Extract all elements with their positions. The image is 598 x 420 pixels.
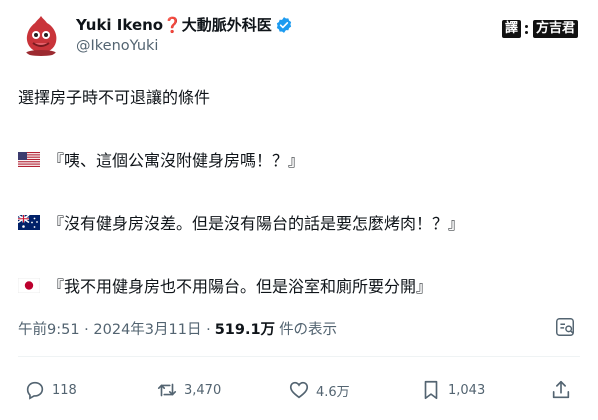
tweet-line-us: 『咦、這個公寓沒附健身房嗎！？』 [18, 147, 304, 171]
reply-count: 118 [52, 382, 77, 398]
action-bar: 118 3,470 4.6万 1,043 [18, 376, 578, 404]
tweet-title-text: 選擇房子時不可退讓的條件 [18, 88, 211, 107]
tweet-title: 選擇房子時不可退讓的條件 [18, 84, 210, 108]
watermark-separator-icon [524, 22, 530, 36]
bookmark-icon [424, 380, 438, 400]
grok-analyze-icon[interactable] [554, 316, 576, 338]
tweet-line-text: 『我不用健身房也不用陽台。但是浴室和廁所要分開』 [48, 277, 433, 296]
avatar[interactable] [18, 12, 64, 58]
reply-button[interactable]: 118 [24, 376, 77, 404]
au-flag-icon [18, 214, 40, 230]
repost-count: 3,470 [184, 382, 222, 398]
bookmark-button[interactable]: 1,043 [420, 376, 485, 404]
us-flag-icon [18, 151, 40, 167]
tweet-line-text: 『沒有健身房沒差。但是沒有陽台的話是要怎麼烤肉！？』 [48, 214, 465, 233]
like-button[interactable]: 4.6万 [288, 376, 350, 404]
tweet-line-text: 『咦、這個公寓沒附健身房嗎！？』 [48, 151, 305, 170]
bookmark-count: 1,043 [448, 382, 486, 398]
heart-icon [289, 381, 309, 399]
user-handle[interactable]: @IkenoYuki [76, 38, 158, 54]
repost-button[interactable]: 3,470 [156, 376, 221, 404]
tweet-line-jp: 『我不用健身房也不用陽台。但是浴室和廁所要分開』 [18, 273, 432, 297]
translator-watermark: 譯 方吉君 [501, 20, 578, 38]
tweet-meta: 午前9:51 · 2024年3月11日 · 519.1万 件の表示 [18, 318, 337, 339]
repost-icon [157, 383, 177, 397]
share-button[interactable] [550, 376, 572, 404]
like-count: 4.6万 [316, 384, 350, 400]
views-count: 519.1万 [214, 322, 276, 338]
display-name[interactable]: Yuki Ikeno❓大動脈外科医 [76, 14, 272, 35]
timestamp[interactable]: 午前9:51 · 2024年3月11日 · [18, 318, 211, 339]
jp-flag-icon [18, 277, 40, 293]
share-icon [552, 380, 570, 399]
tweet-line-au: 『沒有健身房沒差。但是沒有陽台的話是要怎麼烤肉！？』 [18, 210, 464, 234]
views-label: 件の表示 [279, 322, 338, 338]
divider [18, 356, 580, 357]
watermark-part1: 譯 [501, 20, 521, 38]
watermark-part2: 方吉君 [532, 20, 578, 38]
reply-icon [26, 381, 44, 400]
verified-badge-icon [276, 16, 291, 33]
tweet-header: Yuki Ikeno❓大動脈外科医 @IkenoYuki [18, 10, 578, 70]
